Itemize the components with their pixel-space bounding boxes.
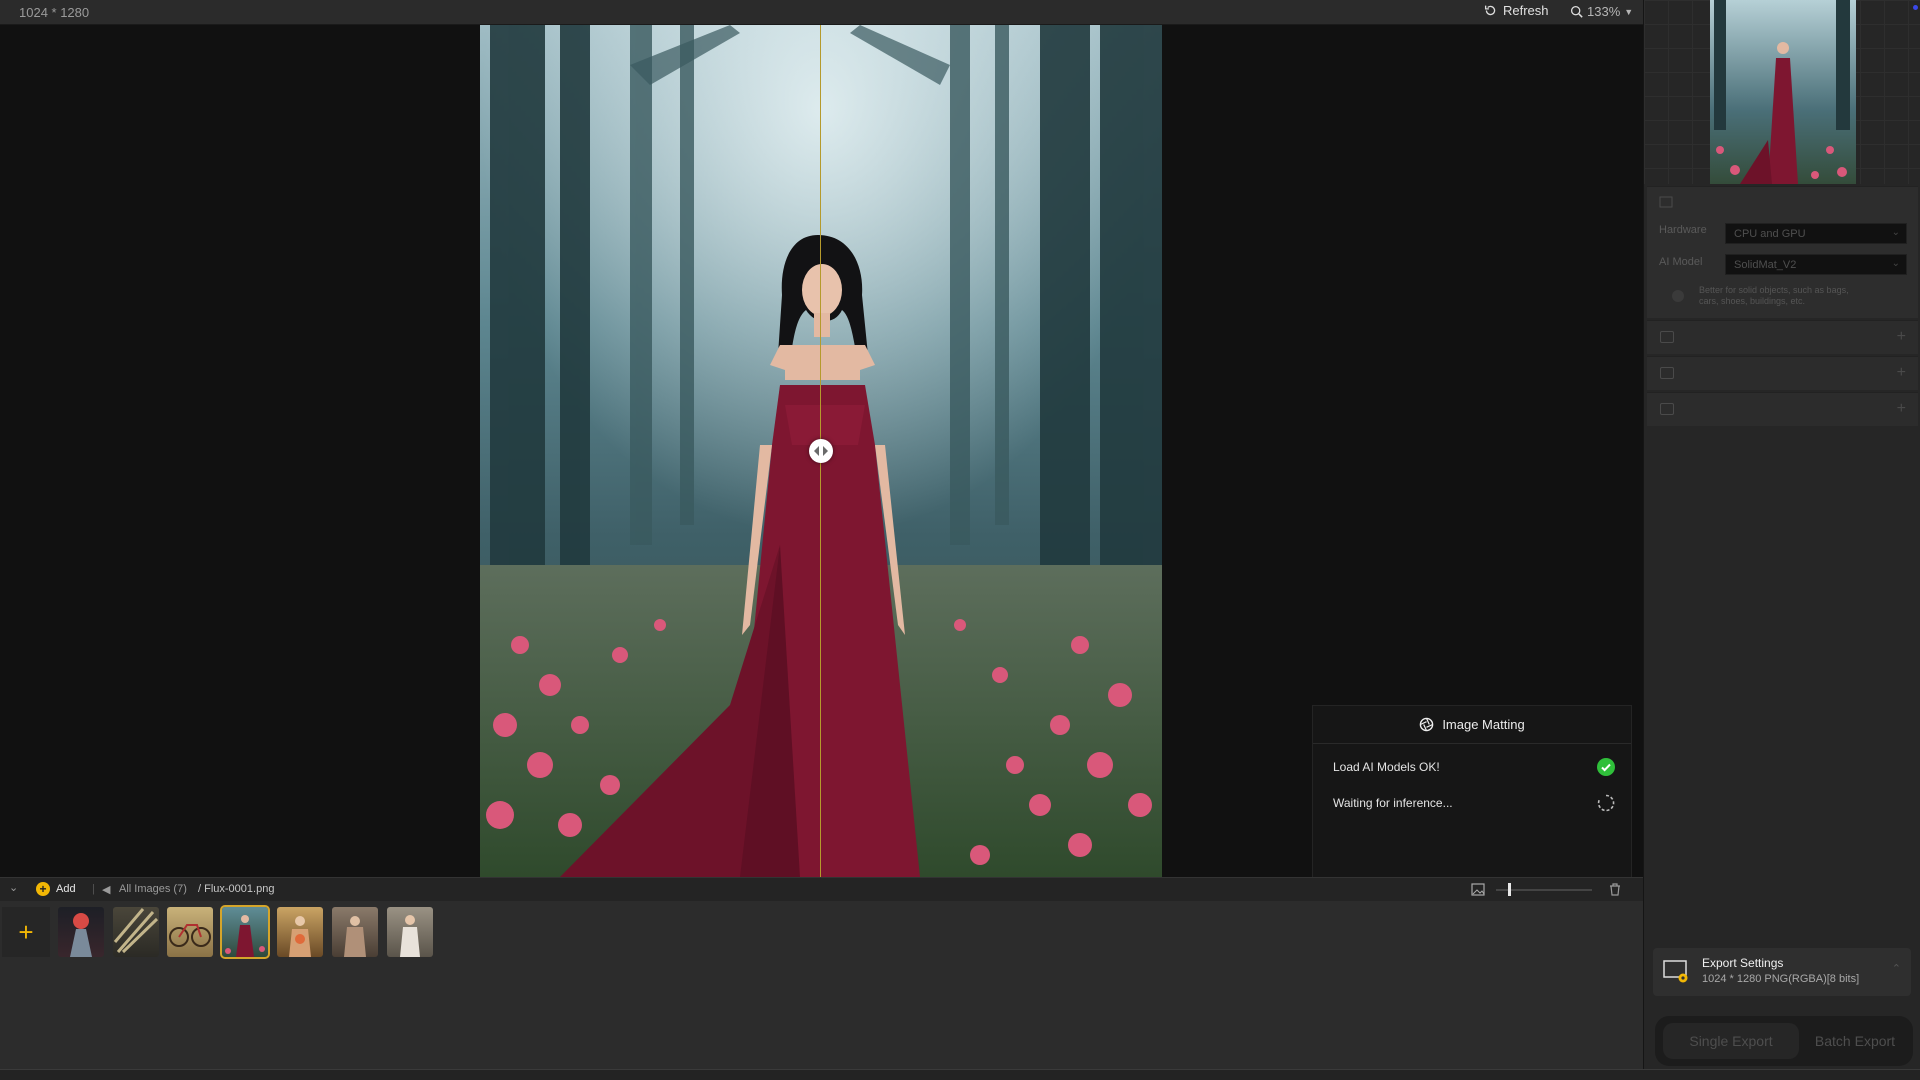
refresh-label: Refresh — [1503, 3, 1549, 18]
ai-model-value: SolidMat_V2 — [1734, 259, 1797, 271]
chevron-up-icon[interactable]: ⌃ — [1892, 962, 1901, 975]
chevron-down-icon: ⌄ — [1891, 258, 1900, 269]
edit-icon — [1660, 331, 1674, 343]
add-image-button[interactable]: + Add — [36, 882, 76, 896]
thumbnail-3[interactable] — [167, 907, 213, 957]
check-circle-icon — [1597, 758, 1615, 776]
app-window: 1024 * 1280 Refresh 133% ▼ Image Matting… — [0, 0, 1920, 1080]
adjust-icon — [1660, 403, 1674, 415]
crop-section-row[interactable]: + — [1647, 356, 1918, 390]
zoom-dropdown[interactable]: 133% ▼ — [1570, 4, 1633, 19]
add-icon[interactable]: + — [1897, 400, 1906, 418]
status-footer — [0, 1069, 1920, 1080]
navigator-preview[interactable] — [1644, 0, 1920, 184]
image-icon — [1659, 196, 1673, 208]
hardware-select[interactable]: CPU and GPU ⌄ — [1725, 223, 1907, 244]
thumbnail-6[interactable] — [332, 907, 378, 957]
spinner-icon — [1597, 794, 1615, 812]
search-icon — [1570, 5, 1583, 18]
top-bar: 1024 * 1280 Refresh 133% ▼ — [0, 0, 1643, 25]
thumbnail-5[interactable] — [277, 907, 323, 957]
export-settings-card[interactable]: Export Settings 1024 * 1280 PNG(RGBA)[8 … — [1653, 948, 1911, 996]
ai-model-hint: Better for solid objects, such as bags, … — [1699, 285, 1849, 306]
zoom-value: 133% — [1587, 4, 1621, 19]
all-images-link[interactable]: All Images (7) — [119, 883, 187, 895]
add-label: Add — [56, 883, 76, 895]
matting-settings-section: Hardware CPU and GPU ⌄ AI Model SolidMat… — [1647, 186, 1918, 318]
preview-image — [1710, 0, 1856, 184]
image-dimensions: 1024 * 1280 — [19, 5, 90, 20]
slider-knob[interactable] — [1508, 883, 1511, 896]
matting-step-load: Load AI Models OK! — [1333, 758, 1615, 776]
left-right-arrows-icon — [814, 446, 828, 456]
split-drag-handle[interactable] — [809, 439, 833, 463]
matting-step-inference: Waiting for inference... — [1333, 794, 1615, 812]
crop-icon — [1660, 367, 1674, 379]
matting-header: Image Matting — [1313, 706, 1631, 744]
aperture-icon — [1420, 717, 1434, 732]
separator: | — [92, 883, 95, 895]
ai-model-select[interactable]: SolidMat_V2 ⌄ — [1725, 254, 1907, 275]
add-tile-button[interactable]: + — [2, 907, 50, 957]
current-filename: / Flux-0001.png — [198, 883, 275, 895]
thumbnail-strip: + — [0, 901, 1643, 1069]
back-arrow-icon[interactable]: ◀ — [102, 883, 110, 896]
edit-section-row[interactable]: + — [1647, 320, 1918, 354]
export-settings-title: Export Settings — [1702, 956, 1784, 970]
refresh-icon — [1484, 5, 1496, 16]
status-dot — [1913, 5, 1918, 10]
collapse-chevron-icon[interactable]: ⌄ — [9, 881, 18, 894]
batch-export-button[interactable]: Batch Export — [1803, 1023, 1907, 1059]
matting-title: Image Matting — [1442, 717, 1525, 732]
image-matting-panel: Image Matting Load AI Models OK! Waiting… — [1312, 705, 1632, 892]
plus-circle-icon: + — [36, 882, 50, 896]
right-sidebar: Hardware CPU and GPU ⌄ AI Model SolidMat… — [1643, 0, 1920, 1069]
hardware-value: CPU and GPU — [1734, 228, 1806, 240]
matting-step-load-label: Load AI Models OK! — [1333, 760, 1440, 774]
thumbnail-2[interactable] — [113, 907, 159, 957]
plus-icon: + — [18, 916, 34, 947]
trash-icon[interactable] — [1609, 883, 1621, 896]
refresh-button[interactable]: Refresh — [1484, 3, 1549, 18]
info-icon — [1672, 290, 1684, 302]
hardware-label: Hardware — [1659, 224, 1707, 236]
single-export-button[interactable]: Single Export — [1663, 1023, 1799, 1059]
chevron-down-icon: ▼ — [1624, 6, 1634, 17]
thumbnail-size-slider[interactable] — [1496, 883, 1592, 896]
matting-step-inference-label: Waiting for inference... — [1333, 796, 1453, 810]
image-size-icon — [1471, 883, 1485, 896]
add-icon[interactable]: + — [1897, 364, 1906, 382]
thumbnail-7[interactable] — [387, 907, 433, 957]
thumbnail-4[interactable] — [220, 905, 270, 959]
image-canvas[interactable]: Image Matting Load AI Models OK! Waiting… — [0, 25, 1643, 892]
export-settings-format: 1024 * 1280 PNG(RGBA)[8 bits] — [1702, 973, 1860, 985]
export-buttons: Single Export Batch Export — [1655, 1016, 1913, 1066]
export-settings-icon — [1663, 960, 1688, 983]
add-icon[interactable]: + — [1897, 328, 1906, 346]
filmstrip-toolbar: ⌄ + Add | ◀ All Images (7) / Flux-0001.p… — [0, 877, 1643, 901]
ai-model-label: AI Model — [1659, 256, 1703, 268]
thumbnail-1[interactable] — [58, 907, 104, 957]
adjust-section-row[interactable]: + — [1647, 392, 1918, 426]
chevron-down-icon: ⌄ — [1891, 227, 1900, 238]
